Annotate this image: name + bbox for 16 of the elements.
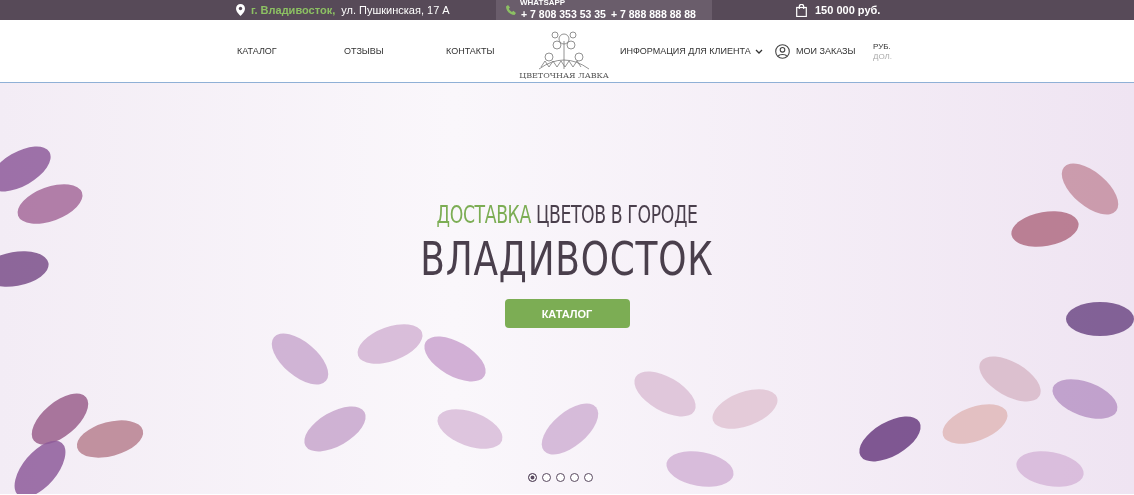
nav-link[interactable]: КАТАЛОГ [237,46,344,56]
phone-link[interactable]: + 7 808 353 53 35 [521,7,606,20]
nav-link[interactable]: ОТЗЫВЫ [344,46,446,56]
city-link[interactable]: г. Владивосток, [251,4,336,16]
phone-link[interactable]: + 7 888 888 88 88 [610,7,696,20]
cart-total[interactable]: 150 000 руб. [815,4,881,16]
currency-option[interactable]: РУБ. [873,41,893,51]
hero-subtitle: ДОСТАВКА ЦВЕТОВ В ГОРОДЕ [436,201,698,229]
my-orders-link[interactable]: МОИ ЗАКАЗЫ [796,46,856,56]
logo[interactable]: ЦВЕТОЧНАЯ ЛАВКА [519,22,609,80]
address-text: ул. Пушкинская, 17 А [341,4,450,16]
nav-link[interactable]: КОНТАКТЫ [446,46,495,56]
whatsapp-label: WHATSAPP [520,0,566,7]
logo-text: ЦВЕТОЧНАЯ ЛАВКА [519,71,609,80]
hero-title: ВЛАДИВОСТОК [420,231,714,287]
info-menu-link[interactable]: ИНФОРМАЦИЯ ДЛЯ КЛИЕНТА [620,46,751,56]
